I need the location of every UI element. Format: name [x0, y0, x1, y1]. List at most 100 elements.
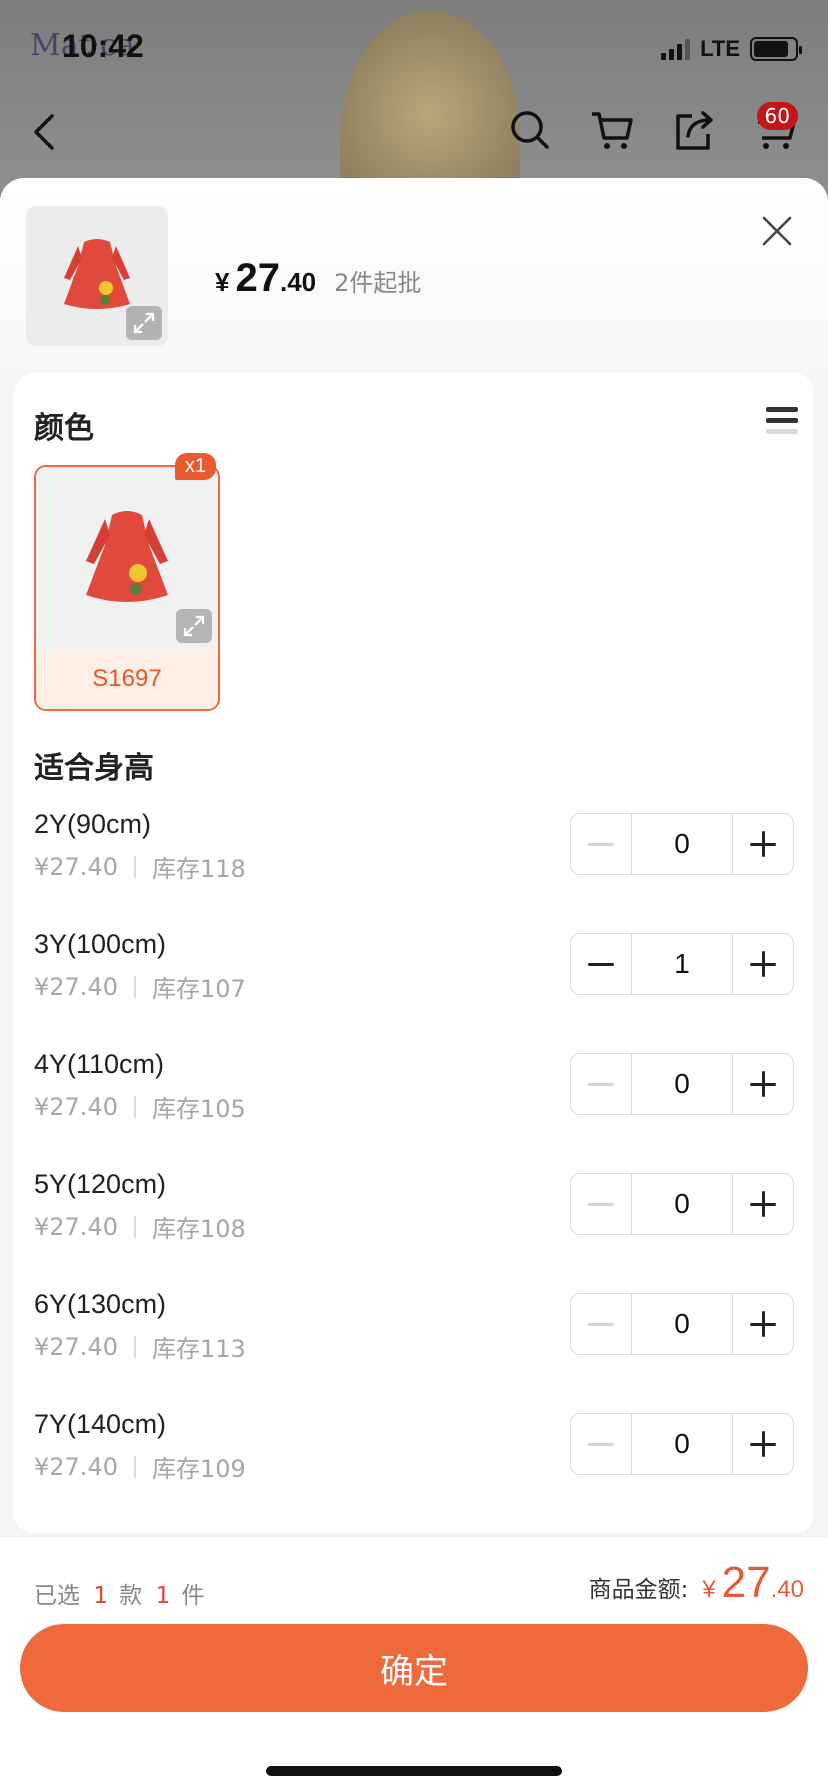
size-meta: ¥27.40 库存113	[34, 1329, 246, 1364]
increase-button[interactable]	[733, 1174, 793, 1234]
divider	[133, 855, 136, 878]
expand-icon	[133, 312, 155, 334]
increase-button[interactable]	[733, 1294, 793, 1354]
expand-image-button[interactable]	[126, 306, 162, 340]
size-meta: ¥27.40 库存108	[34, 1209, 246, 1244]
plus-icon	[750, 951, 776, 977]
min-order-label: 2件起批	[334, 269, 422, 297]
divider	[133, 1335, 136, 1358]
color-option-label: S1697	[36, 649, 218, 709]
size-meta: ¥27.40 库存109	[34, 1449, 246, 1484]
quantity-value[interactable]: 0	[631, 1174, 733, 1234]
list-view-toggle-icon[interactable]	[766, 407, 798, 441]
size-name: 6Y(130cm)	[34, 1289, 167, 1319]
size-row-6y: 6Y(130cm) ¥27.40 库存113 0	[14, 1289, 814, 1369]
quantity-stepper: 0	[570, 1293, 794, 1355]
amount-decimal: .40	[770, 1576, 804, 1603]
quantity-value[interactable]: 1	[631, 934, 733, 994]
minus-icon	[588, 962, 614, 966]
sheet-header: ¥ 27 .40 2件起批	[0, 178, 828, 373]
size-meta: ¥27.40 库存118	[34, 849, 246, 884]
size-stock: 库存113	[151, 1335, 246, 1363]
decrease-button[interactable]	[571, 1414, 631, 1474]
status-time: 10:42	[62, 28, 144, 64]
decrease-button[interactable]	[571, 1174, 631, 1234]
increase-button[interactable]	[733, 1414, 793, 1474]
size-price: ¥27.40	[34, 852, 118, 881]
items-unit: 件	[181, 1583, 205, 1609]
plus-icon	[750, 1191, 776, 1217]
increase-button[interactable]	[733, 814, 793, 874]
styles-count: 1	[93, 1583, 108, 1609]
plus-icon	[750, 1311, 776, 1337]
decrease-button[interactable]	[571, 934, 631, 994]
size-price: ¥27.40	[34, 1452, 118, 1481]
color-selected-qty-badge: x1	[174, 453, 216, 480]
price-decimal: .40	[279, 267, 317, 297]
network-label: LTE	[700, 36, 740, 61]
size-row-5y: 5Y(120cm) ¥27.40 库存108 0	[14, 1169, 814, 1249]
divider	[133, 975, 136, 998]
size-name: 2Y(90cm)	[34, 809, 152, 839]
product-thumbnail[interactable]	[26, 206, 168, 346]
size-price: ¥27.40	[34, 1212, 118, 1241]
increase-button[interactable]	[733, 934, 793, 994]
quantity-stepper: 0	[570, 1173, 794, 1235]
divider	[133, 1455, 136, 1478]
quantity-value[interactable]: 0	[631, 1054, 733, 1114]
expand-icon	[183, 615, 205, 637]
status-indicators: LTE	[661, 36, 802, 62]
color-section-title: 颜色	[34, 411, 94, 446]
cart-count-badge: 60	[756, 102, 798, 130]
size-name: 3Y(100cm)	[34, 929, 167, 959]
selected-prefix: 已选	[34, 1583, 80, 1609]
expand-image-button[interactable]	[176, 609, 212, 643]
nav-actions	[508, 108, 798, 152]
size-name: 4Y(110cm)	[34, 1049, 165, 1079]
styles-unit: 款	[119, 1583, 143, 1609]
size-price: ¥27.40	[34, 1332, 118, 1361]
minus-icon	[588, 1082, 614, 1086]
battery-icon	[750, 37, 802, 61]
quantity-value[interactable]: 0	[631, 814, 733, 874]
decrease-button[interactable]	[571, 814, 631, 874]
total-amount: 商品金额: ¥ 27 .40	[589, 1558, 804, 1608]
minus-icon	[588, 1202, 614, 1206]
quantity-stepper: 0	[570, 813, 794, 875]
size-stock: 库存118	[151, 855, 246, 883]
color-option-image	[36, 467, 218, 649]
quantity-stepper: 1	[570, 933, 794, 995]
color-option-s1697[interactable]: S1697 x1	[34, 453, 220, 711]
size-section-title: 适合身高	[34, 751, 154, 786]
plus-icon	[750, 831, 776, 857]
sheet-footer: 已选 1 款 1 件 商品金额: ¥ 27 .40 确定	[0, 1538, 828, 1792]
quantity-stepper: 0	[570, 1413, 794, 1475]
signal-icon	[661, 38, 691, 60]
size-row-3y: 3Y(100cm) ¥27.40 库存107 1	[14, 929, 814, 1009]
amount-currency: ¥	[702, 1576, 716, 1603]
size-price: ¥27.40	[34, 1092, 118, 1121]
decrease-button[interactable]	[571, 1054, 631, 1114]
share-icon[interactable]	[672, 108, 716, 152]
confirm-button[interactable]: 确定	[20, 1624, 808, 1712]
divider	[133, 1215, 136, 1238]
cart-icon[interactable]	[590, 108, 634, 152]
quantity-value[interactable]: 0	[631, 1414, 733, 1474]
home-indicator	[266, 1766, 562, 1776]
minus-icon	[588, 1322, 614, 1326]
size-name: 5Y(120cm)	[34, 1169, 167, 1199]
plus-icon	[750, 1431, 776, 1457]
quantity-value[interactable]: 0	[631, 1294, 733, 1354]
amount-integer: 27	[721, 1558, 771, 1607]
minus-icon	[588, 1442, 614, 1446]
back-icon[interactable]	[30, 112, 60, 152]
size-stock: 库存108	[151, 1215, 246, 1243]
divider	[133, 1095, 136, 1118]
sku-selection-sheet: ¥ 27 .40 2件起批 颜色 S1697 x1 适合身高 2Y(90cm) …	[0, 178, 828, 1792]
size-stock: 库存105	[151, 1095, 246, 1123]
search-icon[interactable]	[508, 108, 552, 152]
increase-button[interactable]	[733, 1054, 793, 1114]
options-card: 颜色 S1697 x1 适合身高 2Y(90cm) ¥27.40 库存118 0…	[14, 373, 814, 1533]
decrease-button[interactable]	[571, 1294, 631, 1354]
close-icon[interactable]	[760, 214, 794, 248]
